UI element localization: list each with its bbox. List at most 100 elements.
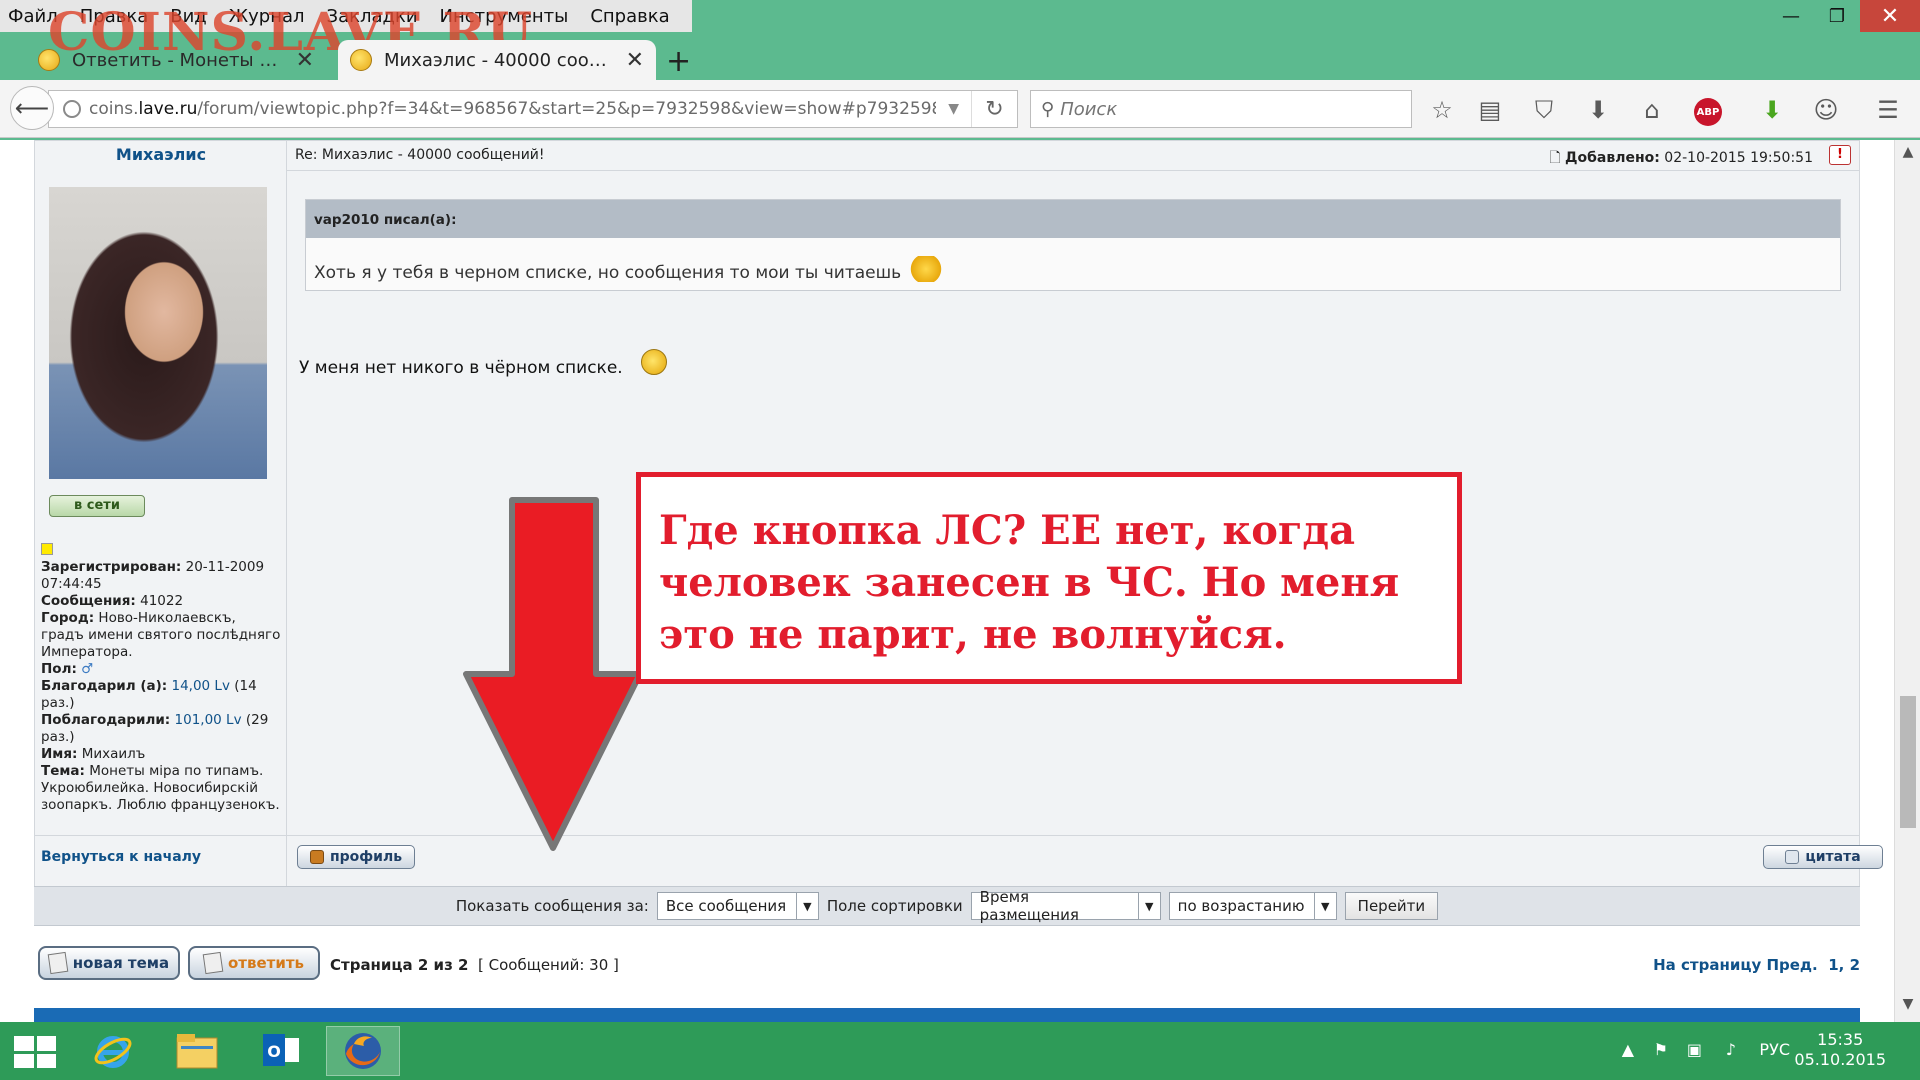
scroll-down-icon[interactable]: ▼	[1895, 996, 1920, 1018]
post-subject: Re: Михаэлис - 40000 сообщений!	[295, 147, 545, 163]
flag-icon[interactable]: ⚑	[1654, 1040, 1668, 1059]
name-value: Михаилъ	[81, 746, 146, 762]
city-label: Город:	[41, 610, 95, 626]
posts-value: 41022	[140, 593, 184, 609]
close-tab-icon[interactable]: ✕	[296, 48, 314, 73]
navigation-toolbar: coins.lave.ru/forum/viewtopic.php?f=34&t…	[0, 80, 1920, 138]
quote-icon	[1785, 850, 1800, 864]
wink-smiley-icon	[909, 256, 944, 282]
home-icon[interactable]: ⌂	[1634, 92, 1670, 128]
reload-icon[interactable]: ↻	[971, 91, 1017, 127]
profile-icon	[309, 850, 324, 864]
document-icon	[47, 951, 69, 975]
post-date-label: Добавлено:	[1565, 150, 1660, 166]
language-indicator[interactable]: РУС	[1759, 1040, 1790, 1059]
vertical-scrollbar[interactable]: ▲ ▼	[1894, 140, 1920, 1022]
close-tab-icon[interactable]: ✕	[626, 48, 644, 73]
quote-author: vap2010 писал(а):	[306, 200, 1840, 238]
report-icon[interactable]: !	[1829, 145, 1851, 165]
prev-page-link[interactable]: На страницу Пред.	[1653, 956, 1818, 974]
hamburger-menu-icon[interactable]: ☰	[1870, 92, 1906, 128]
profile-button-label: профиль	[329, 849, 403, 865]
pocket-icon[interactable]: ⛉	[1526, 92, 1562, 128]
url-path: /forum/viewtopic.php?f=34&t=968567&start…	[197, 99, 937, 119]
url-dropdown-icon[interactable]: ▼	[936, 101, 971, 117]
sort-order-select[interactable]: по возрастанию ▼	[1168, 892, 1337, 920]
new-topic-button[interactable]: новая тема	[38, 946, 180, 980]
page-2-link[interactable]: 2	[1850, 956, 1860, 974]
post-text-line: У меня нет никого в чёрном списке.	[299, 349, 667, 378]
file-explorer-icon[interactable]	[160, 1026, 234, 1076]
tab-title: Михаэлис - 40000 сообщ...	[384, 49, 618, 71]
quote-button[interactable]: цитата	[1763, 845, 1883, 869]
back-button[interactable]: ⟵	[10, 86, 54, 130]
firefox-icon[interactable]	[326, 1026, 400, 1076]
scroll-up-icon[interactable]: ▲	[1895, 144, 1920, 166]
maximize-button[interactable]: ❐	[1814, 0, 1860, 32]
search-input[interactable]	[1060, 98, 1381, 120]
internet-explorer-icon[interactable]	[76, 1026, 150, 1076]
clock-time: 15:35	[1817, 1030, 1864, 1049]
minimize-button[interactable]: —	[1768, 0, 1814, 32]
thanked-link[interactable]: 14,00 Lv	[171, 678, 229, 694]
online-status-button[interactable]: в сети	[49, 495, 145, 517]
menu-view[interactable]: Вид	[170, 6, 207, 27]
tab-reply[interactable]: Ответить - Монеты Росс... ✕	[26, 40, 326, 80]
profile-button[interactable]: профиль	[297, 845, 415, 869]
go-button[interactable]: Перейти	[1344, 892, 1439, 920]
document-icon	[202, 951, 224, 975]
smiley-icon	[640, 349, 667, 375]
smiley-favicon-icon	[350, 49, 372, 71]
url-text[interactable]: coins.lave.ru/forum/viewtopic.php?f=34&t…	[89, 99, 936, 119]
adblock-icon[interactable]: ABP	[1690, 92, 1726, 128]
tray-expand-icon[interactable]: ▲	[1622, 1040, 1634, 1059]
show-posts-select[interactable]: Все сообщения ▼	[656, 892, 819, 920]
male-gender-icon: ♂	[81, 661, 94, 677]
quote-text: Хоть я у тебя в черном списке, но сообще…	[314, 263, 902, 283]
clock[interactable]: 15:35 05.10.2015	[1794, 1030, 1886, 1070]
menu-file[interactable]: Файл	[8, 6, 58, 27]
windows-start-icon[interactable]	[14, 1036, 56, 1068]
close-window-button[interactable]: ✕	[1860, 0, 1920, 32]
window-controls: — ❐ ✕	[1768, 0, 1920, 32]
post-count: [ Сообщений: 30 ]	[478, 956, 619, 974]
red-arrow-icon	[463, 497, 643, 851]
menu-bookmarks[interactable]: Закладки	[327, 6, 418, 27]
show-posts-value: Все сообщения	[665, 897, 787, 915]
sort-order-value: по возрастанию	[1177, 897, 1305, 915]
menu-history[interactable]: Журнал	[229, 6, 305, 27]
registered-label: Зарегистрирован:	[41, 559, 182, 575]
search-bar: ⚲	[1030, 90, 1412, 128]
thanked-by-link[interactable]: 101,00 Lv	[175, 712, 242, 728]
reply-button[interactable]: ответить	[188, 946, 320, 980]
document-icon: 🗋	[1549, 150, 1561, 166]
sort-field-label: Поле сортировки	[826, 897, 963, 915]
download-icon[interactable]: ⬇	[1580, 92, 1616, 128]
post-date: 🗋 Добавлено: 02-10-2015 19:50:51	[1549, 147, 1813, 171]
quote-block: vap2010 писал(а): Хоть я у тебя в черном…	[305, 199, 1841, 291]
outlook-icon[interactable]: O	[244, 1026, 318, 1076]
divider	[35, 835, 1859, 836]
green-download-icon[interactable]: ⬇	[1754, 92, 1790, 128]
bookmark-star-icon[interactable]: ☆	[1424, 92, 1460, 128]
browser-chrome: Файл Правка Вид Журнал Закладки Инструме…	[0, 0, 1920, 140]
menu-help[interactable]: Справка	[590, 6, 669, 27]
new-tab-button[interactable]: +	[666, 44, 691, 79]
network-icon[interactable]: ▣	[1687, 1040, 1702, 1059]
reading-list-icon[interactable]: ▤	[1472, 92, 1508, 128]
url-bar[interactable]: coins.lave.ru/forum/viewtopic.php?f=34&t…	[48, 90, 1018, 128]
chat-icon[interactable]: ☺	[1808, 92, 1844, 128]
tab-michaelis[interactable]: Михаэлис - 40000 сообщ... ✕	[338, 40, 656, 80]
back-to-top-link[interactable]: Вернуться к началу	[41, 849, 201, 865]
menu-tools[interactable]: Инструменты	[440, 6, 569, 27]
volume-icon[interactable]: ♪	[1726, 1040, 1736, 1059]
page-1-link[interactable]: 1	[1828, 956, 1838, 974]
quote-text-line: Хоть я у тебя в черном списке, но сообще…	[306, 238, 1840, 283]
menu-edit[interactable]: Правка	[80, 6, 149, 27]
author-name[interactable]: Михаэлис	[35, 145, 287, 164]
sort-field-select[interactable]: Время размещения ▼	[970, 888, 1161, 924]
quote-button-label: цитата	[1805, 849, 1861, 865]
name-label: Имя:	[41, 746, 78, 762]
scroll-thumb[interactable]	[1900, 696, 1916, 828]
adblock-label: ABP	[1694, 98, 1722, 126]
